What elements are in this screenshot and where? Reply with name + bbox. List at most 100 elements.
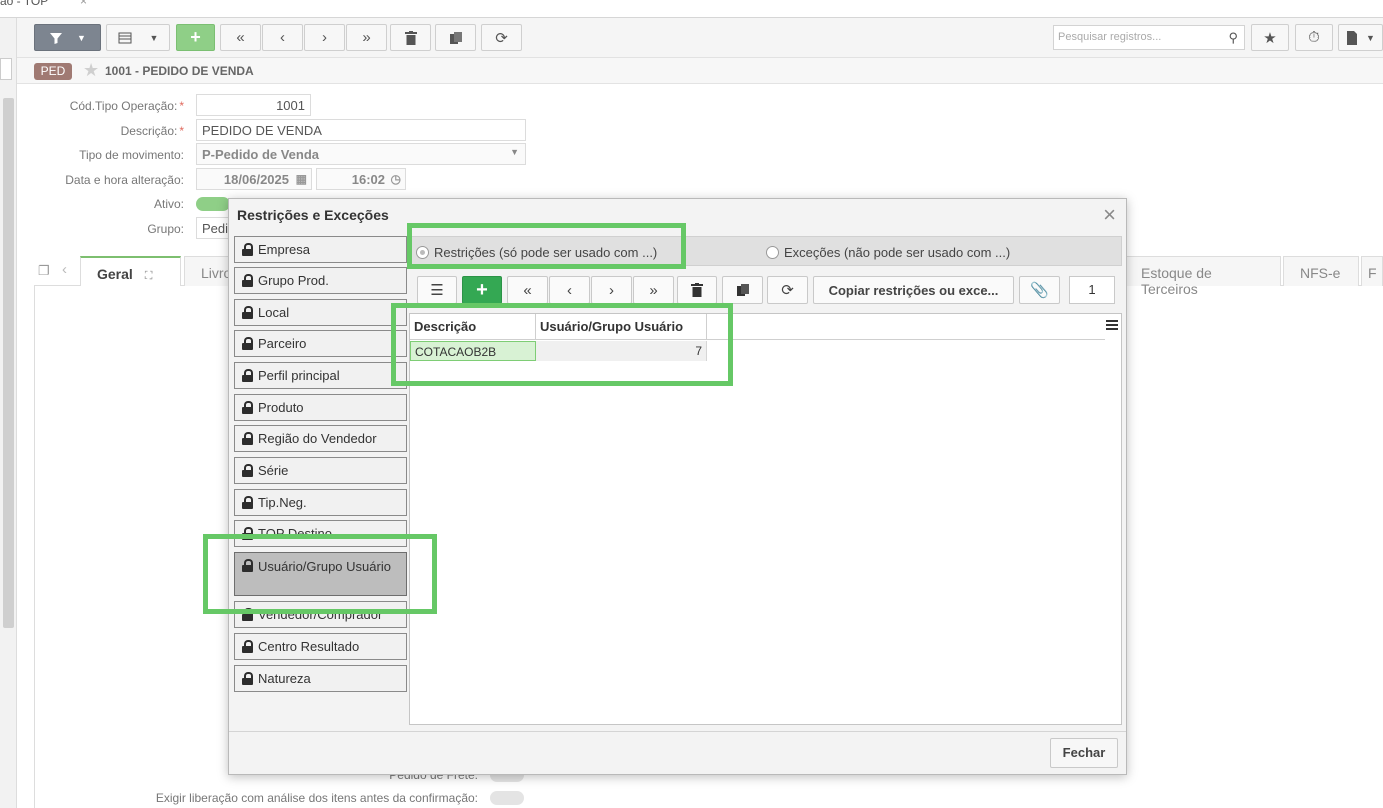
search-input[interactable]: Pesquisar registros... ⚲ — [1053, 25, 1245, 50]
lock-icon — [242, 306, 253, 319]
export-icon — [1347, 30, 1358, 45]
close-icon[interactable]: × — [1103, 202, 1116, 228]
highlight-usuario-item — [203, 534, 437, 614]
refresh-button[interactable]: ⟳ — [481, 24, 522, 51]
highlight-grid-row — [391, 303, 733, 386]
tab-estoque-terceiros[interactable]: Estoque de Terceiros — [1124, 256, 1281, 297]
radio-excecoes[interactable]: Exceções (não pode ser usado com ...) — [766, 245, 1010, 260]
descricao-label: Descrição: * — [120, 124, 184, 138]
modal-title: Restrições e Exceções — [237, 207, 389, 223]
side-item-produto[interactable]: Produto — [234, 394, 407, 421]
copy-icon — [449, 31, 462, 44]
data-alteracao-label: Data e hora alteração: — [65, 173, 184, 187]
lock-icon — [242, 496, 253, 509]
page-number: 1 — [1069, 276, 1115, 304]
lock-icon — [242, 274, 253, 287]
tabs-scroll-left-icon[interactable]: ‹ — [62, 261, 67, 278]
tab-f[interactable]: F — [1361, 256, 1383, 286]
copy-button[interactable] — [435, 24, 476, 51]
window-tab-close-icon[interactable]: × — [80, 0, 87, 8]
side-item-centro-resultado[interactable]: Centro Resultado — [234, 633, 407, 660]
side-item-empresa[interactable]: Empresa — [234, 236, 407, 263]
prev-row-button[interactable]: ‹ — [549, 276, 590, 304]
side-item-natureza[interactable]: Natureza — [234, 665, 407, 692]
main-toolbar: ▼ ▼ + « ‹ › » ⟳ Pesquisar registros... ⚲… — [17, 18, 1383, 58]
delete-row-button[interactable] — [677, 276, 717, 304]
record-type-badge: PED — [34, 63, 72, 80]
export-button[interactable]: ▼ — [1338, 24, 1383, 51]
side-item-perfil-principal[interactable]: Perfil principal — [234, 362, 407, 389]
attachment-button[interactable]: 📎 — [1019, 276, 1060, 304]
left-panel-box — [0, 58, 12, 80]
star-icon: ★ — [1263, 29, 1277, 47]
double-chevron-left-icon: « — [523, 281, 532, 299]
tabs-expand-icon[interactable]: ❐ — [38, 263, 50, 279]
refresh-grid-button[interactable]: ⟳ — [767, 276, 808, 304]
chevron-down-icon: ▼ — [1366, 32, 1375, 43]
clock-icon[interactable]: ◷ — [391, 172, 401, 186]
page-title: 1001 - PEDIDO DE VENDA — [105, 64, 254, 78]
trash-icon — [691, 283, 703, 297]
radio-unselected-icon — [766, 246, 779, 259]
lock-icon — [242, 401, 253, 414]
last-record-button[interactable]: » — [346, 24, 387, 51]
ativo-label: Ativo: — [153, 197, 184, 211]
delete-button[interactable] — [390, 24, 431, 51]
chevron-down-icon: ▼ — [510, 147, 519, 157]
copy-row-button[interactable] — [722, 276, 763, 304]
side-item-parceiro[interactable]: Parceiro — [234, 330, 407, 357]
copy-restrictions-button[interactable]: Copiar restrições ou exce... — [813, 276, 1014, 304]
side-item-serie[interactable]: Série — [234, 457, 407, 484]
list-icon: ☰ — [430, 282, 444, 299]
window-tab-label[interactable]: ão - TOP — [0, 0, 48, 8]
side-item-regiao-vendedor[interactable]: Região do Vendedor — [234, 425, 407, 452]
lock-icon — [242, 432, 253, 445]
trash-icon — [404, 30, 417, 45]
side-item-tip-neg[interactable]: Tip.Neg. — [234, 489, 407, 516]
favorite-star-icon[interactable]: ★ — [83, 60, 99, 81]
tab-geral[interactable]: Geral ⛶ — [80, 256, 181, 286]
next-record-button[interactable]: › — [304, 24, 345, 51]
data-alteracao-field[interactable]: 18/06/2025 ▦ — [196, 168, 312, 190]
tab-nfse[interactable]: NFS-e — [1283, 256, 1359, 286]
side-item-grupo-prod[interactable]: Grupo Prod. — [234, 267, 407, 294]
exigir-liberacao-label: Exigir liberação com análise dos itens a… — [155, 791, 478, 805]
grid-menu-icon[interactable] — [1106, 320, 1118, 332]
previous-record-button[interactable]: ‹ — [262, 24, 303, 51]
chevron-right-icon: › — [609, 281, 614, 299]
tipo-movimento-select[interactable]: P-Pedido de Venda ▼ — [196, 143, 526, 165]
fechar-button[interactable]: Fechar — [1050, 738, 1118, 768]
double-chevron-left-icon: « — [236, 29, 245, 46]
first-row-button[interactable]: « — [507, 276, 548, 304]
calendar-icon[interactable]: ▦ — [296, 172, 307, 186]
first-record-button[interactable]: « — [220, 24, 261, 51]
side-item-local[interactable]: Local — [234, 299, 407, 326]
grid-view-button[interactable]: ▼ — [106, 24, 170, 51]
favorites-button[interactable]: ★ — [1251, 24, 1289, 51]
filter-button[interactable]: ▼ — [34, 24, 101, 51]
highlight-radio-restricoes — [407, 223, 686, 269]
next-row-button[interactable]: › — [591, 276, 632, 304]
exigir-liberacao-toggle[interactable] — [490, 791, 524, 805]
add-row-button[interactable]: + — [462, 276, 502, 304]
chevron-left-icon: ‹ — [567, 281, 572, 299]
search-icon[interactable]: ⚲ — [1228, 30, 1238, 46]
last-row-button[interactable]: » — [633, 276, 674, 304]
refresh-icon: ⟳ — [495, 29, 508, 47]
timer-button[interactable]: ⏱ — [1295, 24, 1333, 51]
chevron-right-icon: › — [322, 29, 327, 46]
lock-icon — [242, 464, 253, 477]
expand-icon[interactable]: ⛶ — [145, 270, 153, 282]
chevron-down-icon: ▼ — [149, 32, 159, 43]
cod-tipo-field[interactable]: 1001 — [196, 94, 311, 116]
ativo-toggle[interactable] — [196, 197, 230, 211]
search-input-placeholder: Pesquisar registros... — [1058, 31, 1162, 43]
add-button[interactable]: + — [176, 24, 215, 51]
restricoes-modal: Restrições e Exceções × Empresa Grupo Pr… — [228, 198, 1127, 775]
paperclip-icon: 📎 — [1030, 282, 1049, 299]
record-title-bar: PED ★ 1001 - PEDIDO DE VENDA — [17, 58, 1383, 84]
tab-livro[interactable]: Livro — [184, 256, 234, 286]
descricao-field[interactable]: PEDIDO DE VENDA — [196, 119, 526, 141]
list-view-button[interactable]: ☰ — [417, 276, 457, 304]
hora-alteracao-field[interactable]: 16:02 ◷ — [316, 168, 406, 190]
